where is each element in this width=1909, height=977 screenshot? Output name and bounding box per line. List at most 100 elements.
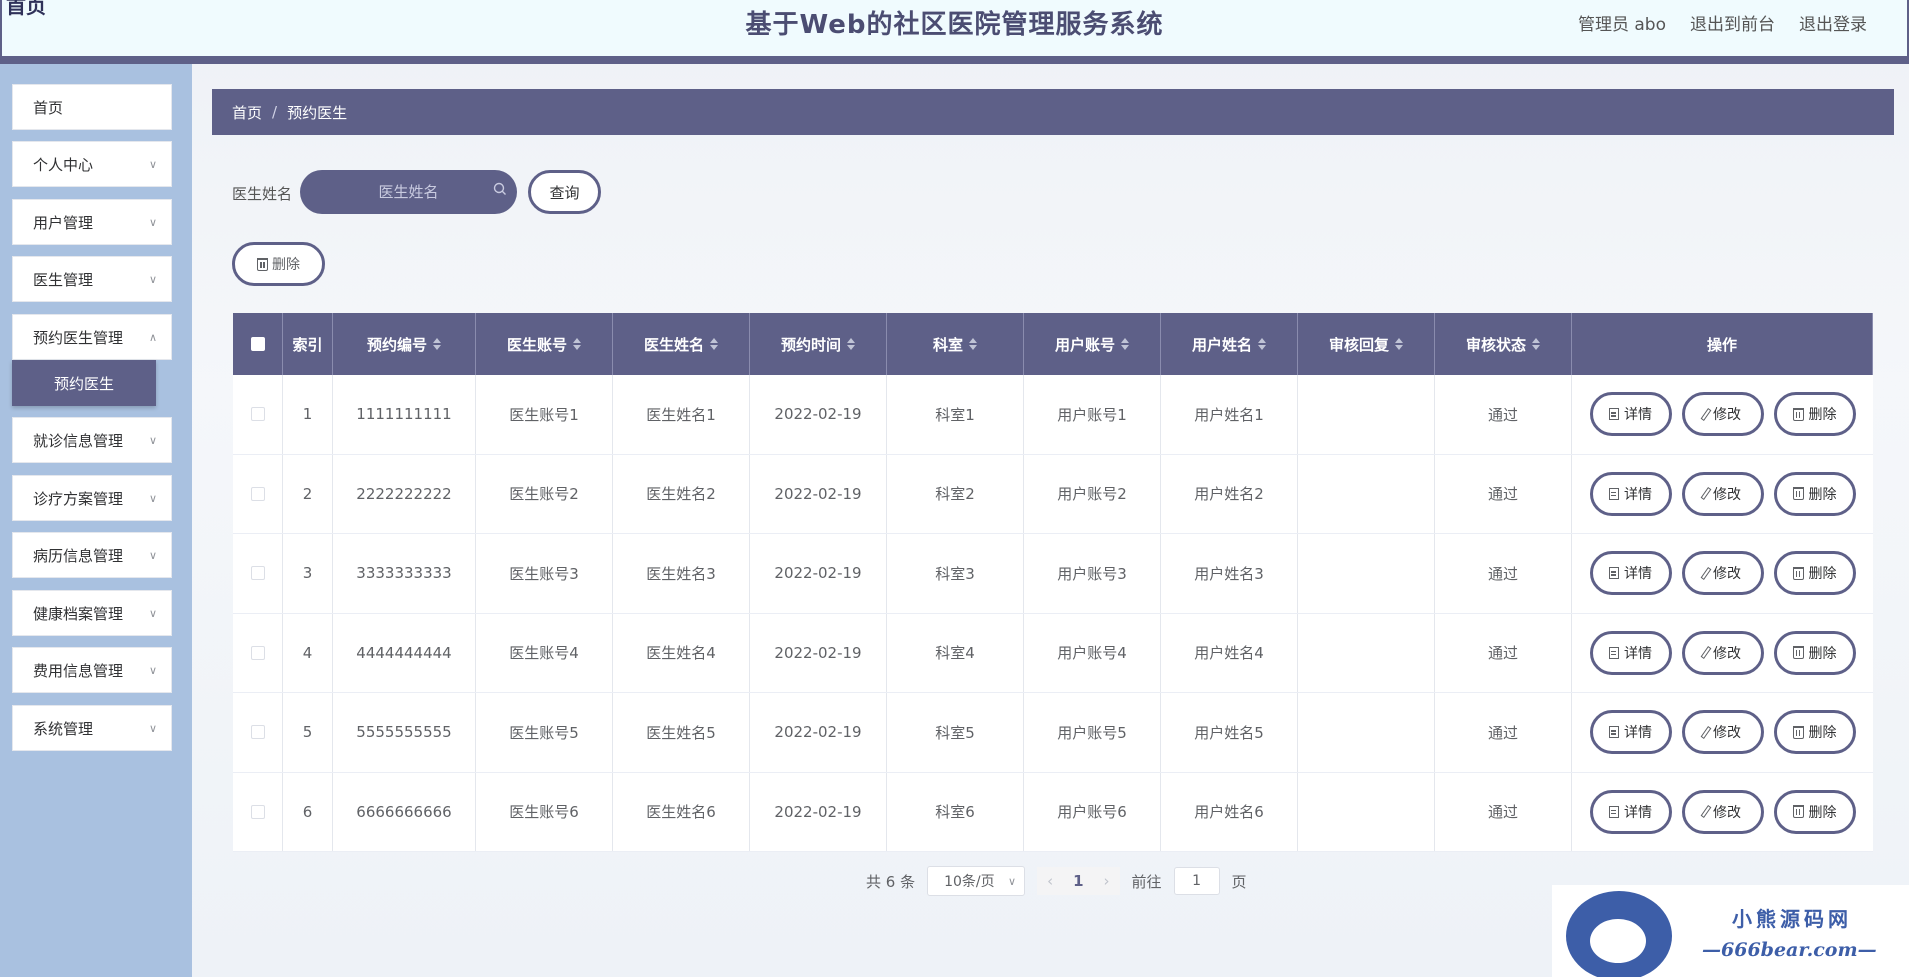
- detail-label: 详情: [1624, 486, 1652, 503]
- cell-value: 通过: [1487, 644, 1518, 663]
- table-cell: 1111111111: [333, 375, 476, 454]
- row-checkbox[interactable]: [250, 645, 265, 660]
- delete-button[interactable]: 删除: [1773, 392, 1856, 437]
- select-all-checkbox[interactable]: [250, 337, 265, 351]
- table-header: 索引 预约编号 医生账号 医生姓名 预约时间 科室 用户账号 用户姓名 审核回复…: [233, 313, 1873, 375]
- cell-value: 2022-02-19: [774, 405, 862, 424]
- column-header[interactable]: 医生账号: [476, 313, 613, 375]
- sort-icon[interactable]: [1258, 338, 1266, 350]
- delete-button[interactable]: 删除: [1773, 789, 1856, 834]
- row-checkbox[interactable]: [250, 566, 265, 581]
- goto-page-input[interactable]: 1: [1173, 867, 1220, 895]
- column-header[interactable]: 用户账号: [1024, 313, 1161, 375]
- sidebar-item-system-management[interactable]: 系统管理 ∨: [12, 705, 172, 751]
- delete-button[interactable]: 删除: [1773, 471, 1856, 516]
- cell-value: 医生姓名4: [646, 644, 716, 663]
- column-header[interactable]: 预约编号: [333, 313, 476, 375]
- trash-icon: [1792, 407, 1804, 421]
- pencil-icon: [1700, 407, 1712, 421]
- cell-value: 医生姓名6: [646, 803, 716, 822]
- sidebar-item-treatment-management[interactable]: 诊疗方案管理 ∨: [12, 475, 172, 521]
- detail-button[interactable]: 详情: [1589, 789, 1672, 834]
- row-checkbox[interactable]: [250, 725, 265, 740]
- column-header[interactable]: 科室: [887, 313, 1024, 375]
- cell-value: 2222222222: [356, 484, 452, 503]
- table-cell: 通过: [1435, 613, 1572, 692]
- detail-button[interactable]: 详情: [1589, 471, 1672, 516]
- sort-icon[interactable]: [1395, 338, 1403, 350]
- sort-icon[interactable]: [1532, 338, 1540, 350]
- edit-label: 修改: [1713, 804, 1741, 821]
- sort-icon[interactable]: [710, 338, 718, 350]
- breadcrumb-home[interactable]: 首页: [232, 102, 262, 123]
- cell-value: 科室4: [935, 644, 975, 663]
- batch-delete-label: 删除: [272, 257, 300, 273]
- row-checkbox[interactable]: [250, 804, 265, 819]
- sidebar-subitem-appointment-doctor[interactable]: 预约医生: [12, 360, 156, 406]
- table-cell: 5: [283, 693, 333, 772]
- query-button[interactable]: 查询: [528, 170, 601, 214]
- sidebar-item-label: 诊疗方案管理: [33, 489, 124, 508]
- table-cell: 6: [283, 772, 333, 851]
- detail-button[interactable]: 详情: [1589, 630, 1672, 675]
- edit-button[interactable]: 修改: [1681, 710, 1764, 755]
- sidebar-item-appointment-management[interactable]: 预约医生管理 ∧: [12, 314, 172, 360]
- front-page-link[interactable]: 退出到前台: [1690, 10, 1775, 35]
- column-header[interactable]: 预约时间: [750, 313, 887, 375]
- logout-link[interactable]: 退出登录: [1799, 10, 1867, 35]
- next-page-icon[interactable]: ›: [1104, 872, 1110, 890]
- delete-label: 删除: [1808, 725, 1837, 742]
- delete-button[interactable]: 删除: [1773, 551, 1856, 596]
- table-row: 2 2222222222 医生账号2 医生姓名2 2022-02-19 科室2 用户账号2 用…: [233, 454, 1873, 534]
- sidebar-item-label: 系统管理: [33, 719, 94, 738]
- edit-button[interactable]: 修改: [1681, 789, 1764, 834]
- sidebar-item-fee-management[interactable]: 费用信息管理 ∨: [12, 647, 172, 693]
- sidebar-item-home[interactable]: 首页: [12, 84, 172, 130]
- row-checkbox[interactable]: [250, 407, 265, 422]
- column-header[interactable]: 医生姓名: [613, 313, 750, 375]
- edit-button[interactable]: 修改: [1681, 392, 1764, 437]
- chevron-down-icon: ∨: [1008, 874, 1017, 888]
- page-size-select[interactable]: 10条/页 ∨: [927, 866, 1026, 896]
- edit-button[interactable]: 修改: [1681, 630, 1764, 675]
- table-cell: 2022-02-19: [750, 454, 887, 533]
- table-cell: 医生姓名6: [613, 772, 750, 851]
- column-header[interactable]: 审核回复: [1298, 313, 1435, 375]
- edit-button[interactable]: 修改: [1681, 471, 1764, 516]
- row-select-cell: [233, 693, 283, 772]
- top-header: 首页 基于Web的社区医院管理服务系统 管理员 abo 退出到前台 退出登录: [0, 0, 1909, 64]
- prev-page-icon[interactable]: ‹: [1047, 872, 1053, 890]
- cell-value: 通过: [1487, 564, 1518, 583]
- row-actions: 详情 修改 删除: [1572, 375, 1873, 454]
- table-cell: 医生姓名4: [613, 613, 750, 692]
- sort-icon[interactable]: [573, 338, 581, 350]
- delete-button[interactable]: 删除: [1773, 710, 1856, 755]
- sidebar-item-personal-center[interactable]: 个人中心 ∨: [12, 141, 172, 187]
- doctor-name-search-input[interactable]: [333, 183, 484, 201]
- sidebar-item-health-archive-management[interactable]: 健康档案管理 ∨: [12, 590, 172, 636]
- sidebar-item-label: 病历信息管理: [33, 546, 124, 565]
- sort-icon[interactable]: [433, 338, 441, 350]
- batch-delete-button[interactable]: 删除: [232, 242, 325, 286]
- sidebar-item-doctor-management[interactable]: 医生管理 ∨: [12, 256, 172, 302]
- detail-button[interactable]: 详情: [1589, 551, 1672, 596]
- detail-button[interactable]: 详情: [1589, 392, 1672, 437]
- column-header[interactable]: 审核状态: [1435, 313, 1572, 375]
- sidebar-item-user-management[interactable]: 用户管理 ∨: [12, 199, 172, 245]
- sidebar-item-visit-management[interactable]: 就诊信息管理 ∨: [12, 417, 172, 463]
- sort-icon[interactable]: [969, 338, 977, 350]
- row-checkbox[interactable]: [250, 486, 265, 501]
- detail-button[interactable]: 详情: [1589, 710, 1672, 755]
- column-header-label: 医生姓名: [643, 335, 704, 354]
- trash-icon: [1792, 805, 1804, 819]
- cell-value: 4444444444: [356, 643, 452, 662]
- sort-icon[interactable]: [847, 338, 855, 350]
- column-header[interactable]: 用户姓名: [1161, 313, 1298, 375]
- breadcrumb-current: 预约医生: [287, 103, 348, 122]
- edit-button[interactable]: 修改: [1681, 551, 1764, 596]
- page-number[interactable]: 1: [1073, 872, 1083, 890]
- sort-icon[interactable]: [1121, 338, 1129, 350]
- delete-button[interactable]: 删除: [1773, 630, 1856, 675]
- sidebar-item-medical-record-management[interactable]: 病历信息管理 ∨: [12, 532, 172, 578]
- chevron-down-icon: ∨: [148, 157, 157, 171]
